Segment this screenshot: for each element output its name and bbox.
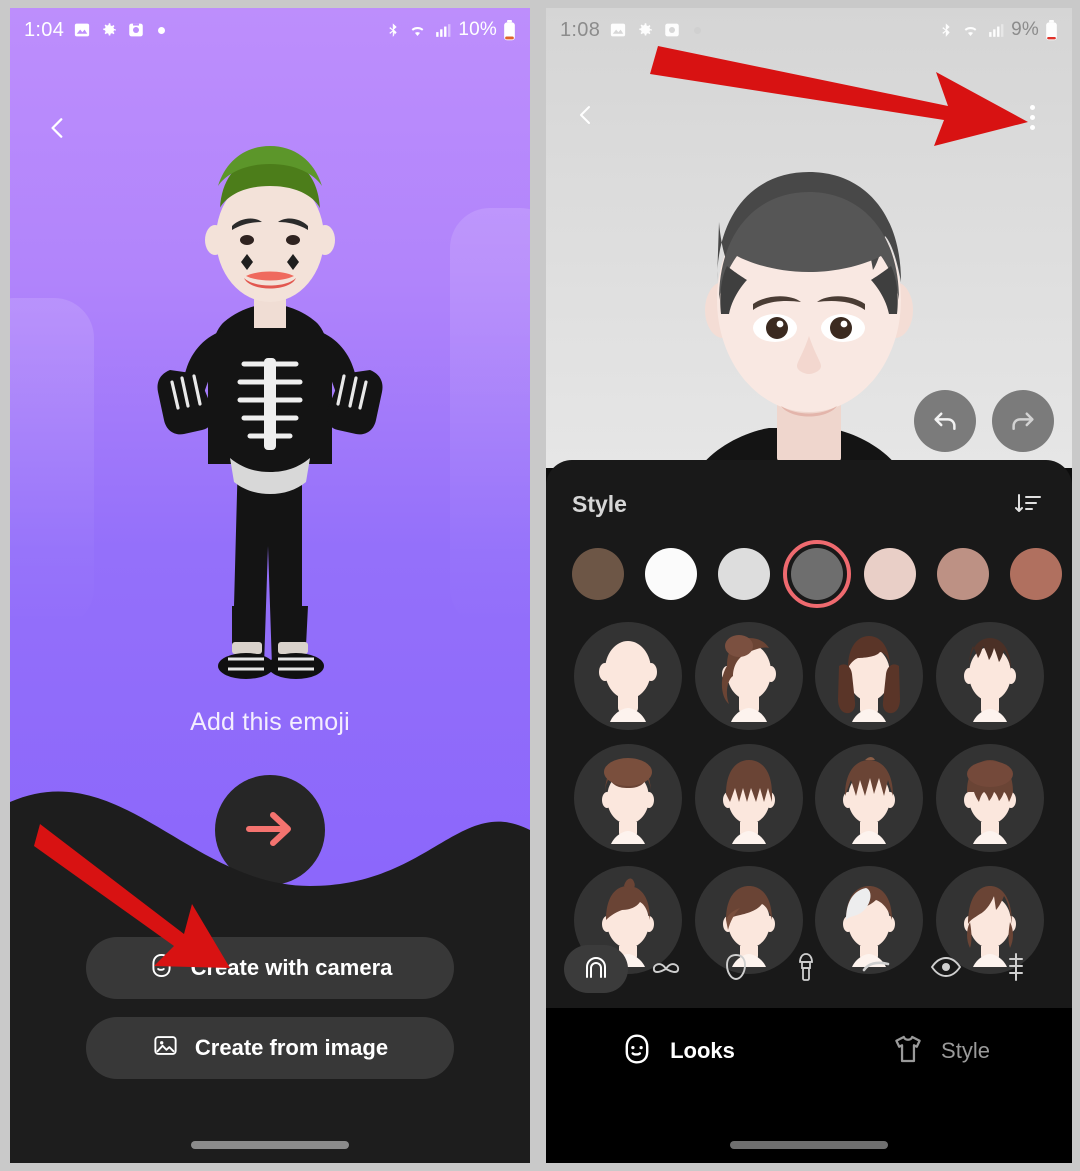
notification-dot-icon (694, 26, 702, 34)
battery-icon (1045, 19, 1058, 41)
back-button[interactable] (36, 108, 80, 152)
hairstyle-option[interactable] (694, 622, 803, 730)
color-swatch[interactable] (572, 548, 624, 600)
tab-style[interactable]: Style (809, 1008, 1072, 1094)
tab-looks[interactable]: Looks (546, 1008, 809, 1094)
category-eyebrows[interactable] (844, 945, 908, 993)
style-bottom-sheet: Style (546, 460, 1072, 1008)
hairstyle-option[interactable] (694, 744, 803, 852)
create-with-camera-label: Create with camera (190, 955, 393, 980)
status-time: 1:04 (24, 18, 65, 41)
wifi-icon (408, 21, 427, 40)
home-indicator[interactable] (191, 1141, 349, 1149)
screen-recorder-icon (127, 21, 145, 39)
undo-icon (930, 405, 960, 438)
hair-icon (579, 950, 613, 989)
color-swatch[interactable] (718, 548, 770, 600)
hairstyle-option[interactable] (574, 744, 683, 852)
hairstyle-option[interactable] (935, 744, 1044, 852)
signal-icon (986, 21, 1005, 40)
color-swatch[interactable] (1010, 548, 1062, 600)
wifi-icon (961, 21, 980, 40)
category-makeup[interactable] (774, 945, 838, 993)
create-from-image-label: Create from image (194, 1035, 389, 1060)
create-from-image-button[interactable]: Create from image (86, 1017, 454, 1079)
history-buttons (914, 390, 1054, 452)
back-button[interactable] (564, 95, 608, 139)
battery-percent: 9% (1011, 19, 1039, 40)
create-with-camera-button[interactable]: Create with camera (86, 937, 454, 999)
background-decor-left (10, 298, 94, 628)
notification-dot-icon (158, 26, 166, 34)
right-top-bar: Next (546, 80, 1072, 154)
image-icon (152, 1032, 179, 1065)
bluetooth-icon (385, 22, 402, 39)
next-button[interactable]: Next (942, 102, 998, 133)
background-decor-right (450, 208, 530, 628)
color-swatch[interactable] (645, 548, 697, 600)
category-face-shape[interactable] (704, 945, 768, 993)
sliders-icon (999, 950, 1033, 989)
category-mustache[interactable] (634, 945, 698, 993)
category-eyes[interactable] (914, 945, 978, 993)
wave-divider (10, 768, 530, 908)
tab-style-label: Style (941, 1038, 990, 1063)
makeup-brush-icon (789, 950, 823, 989)
avatar-head-preview (649, 114, 969, 514)
avatar-full-body-preview (120, 126, 420, 686)
battery-percent: 10% (458, 19, 497, 40)
battery-icon (503, 19, 516, 41)
undo-button[interactable] (914, 390, 976, 452)
gear-icon (100, 21, 118, 39)
status-time: 1:08 (560, 18, 601, 41)
right-status-bar: 1:08 9% (546, 8, 1072, 52)
tab-looks-label: Looks (670, 1038, 735, 1063)
color-swatch[interactable] (864, 548, 916, 600)
right-phone-screen: 1:08 9% Next Style Looks Style (546, 8, 1072, 1163)
hairstyle-option-selected[interactable] (935, 622, 1044, 730)
left-phone-screen: 1:04 10% Add this emoji Create with came… (10, 8, 530, 1163)
add-emoji-label: Add this emoji (190, 708, 350, 736)
sheet-title: Style (572, 490, 627, 517)
face-icon (620, 1032, 654, 1071)
more-vertical-icon[interactable] (1010, 95, 1054, 139)
gallery-icon (609, 21, 627, 39)
hairstyle-option[interactable] (815, 744, 924, 852)
skin-color-swatch-row[interactable] (546, 522, 1072, 608)
back-chevron-icon (574, 103, 598, 132)
redo-button[interactable] (992, 390, 1054, 452)
hairstyle-option[interactable] (574, 622, 683, 730)
tshirt-icon (891, 1032, 925, 1071)
hairstyle-option[interactable] (815, 622, 924, 730)
color-swatch-selected[interactable] (783, 540, 851, 608)
category-icon-row[interactable] (546, 930, 1072, 1008)
eye-icon (929, 950, 963, 989)
back-chevron-icon (45, 115, 71, 146)
category-more[interactable] (984, 945, 1048, 993)
bottom-tab-bar: Looks Style (546, 1008, 1072, 1163)
screenshot-stage: 1:04 10% Add this emoji Create with came… (0, 0, 1080, 1171)
sort-descending-icon[interactable] (1010, 486, 1046, 522)
gear-icon (636, 21, 654, 39)
sheet-header: Style (546, 460, 1072, 522)
face-camera-icon (148, 952, 175, 985)
gallery-icon (73, 21, 91, 39)
mustache-icon (649, 950, 683, 989)
home-indicator[interactable] (730, 1141, 888, 1149)
signal-icon (433, 21, 452, 40)
screen-recorder-icon (663, 21, 681, 39)
face-shape-icon (719, 950, 753, 989)
bluetooth-icon (938, 22, 955, 39)
category-hair[interactable] (564, 945, 628, 993)
eyebrow-icon (859, 950, 893, 989)
left-status-bar: 1:04 10% (10, 8, 530, 52)
redo-icon (1008, 405, 1038, 438)
color-swatch[interactable] (937, 548, 989, 600)
hairstyle-grid[interactable] (546, 600, 1072, 974)
